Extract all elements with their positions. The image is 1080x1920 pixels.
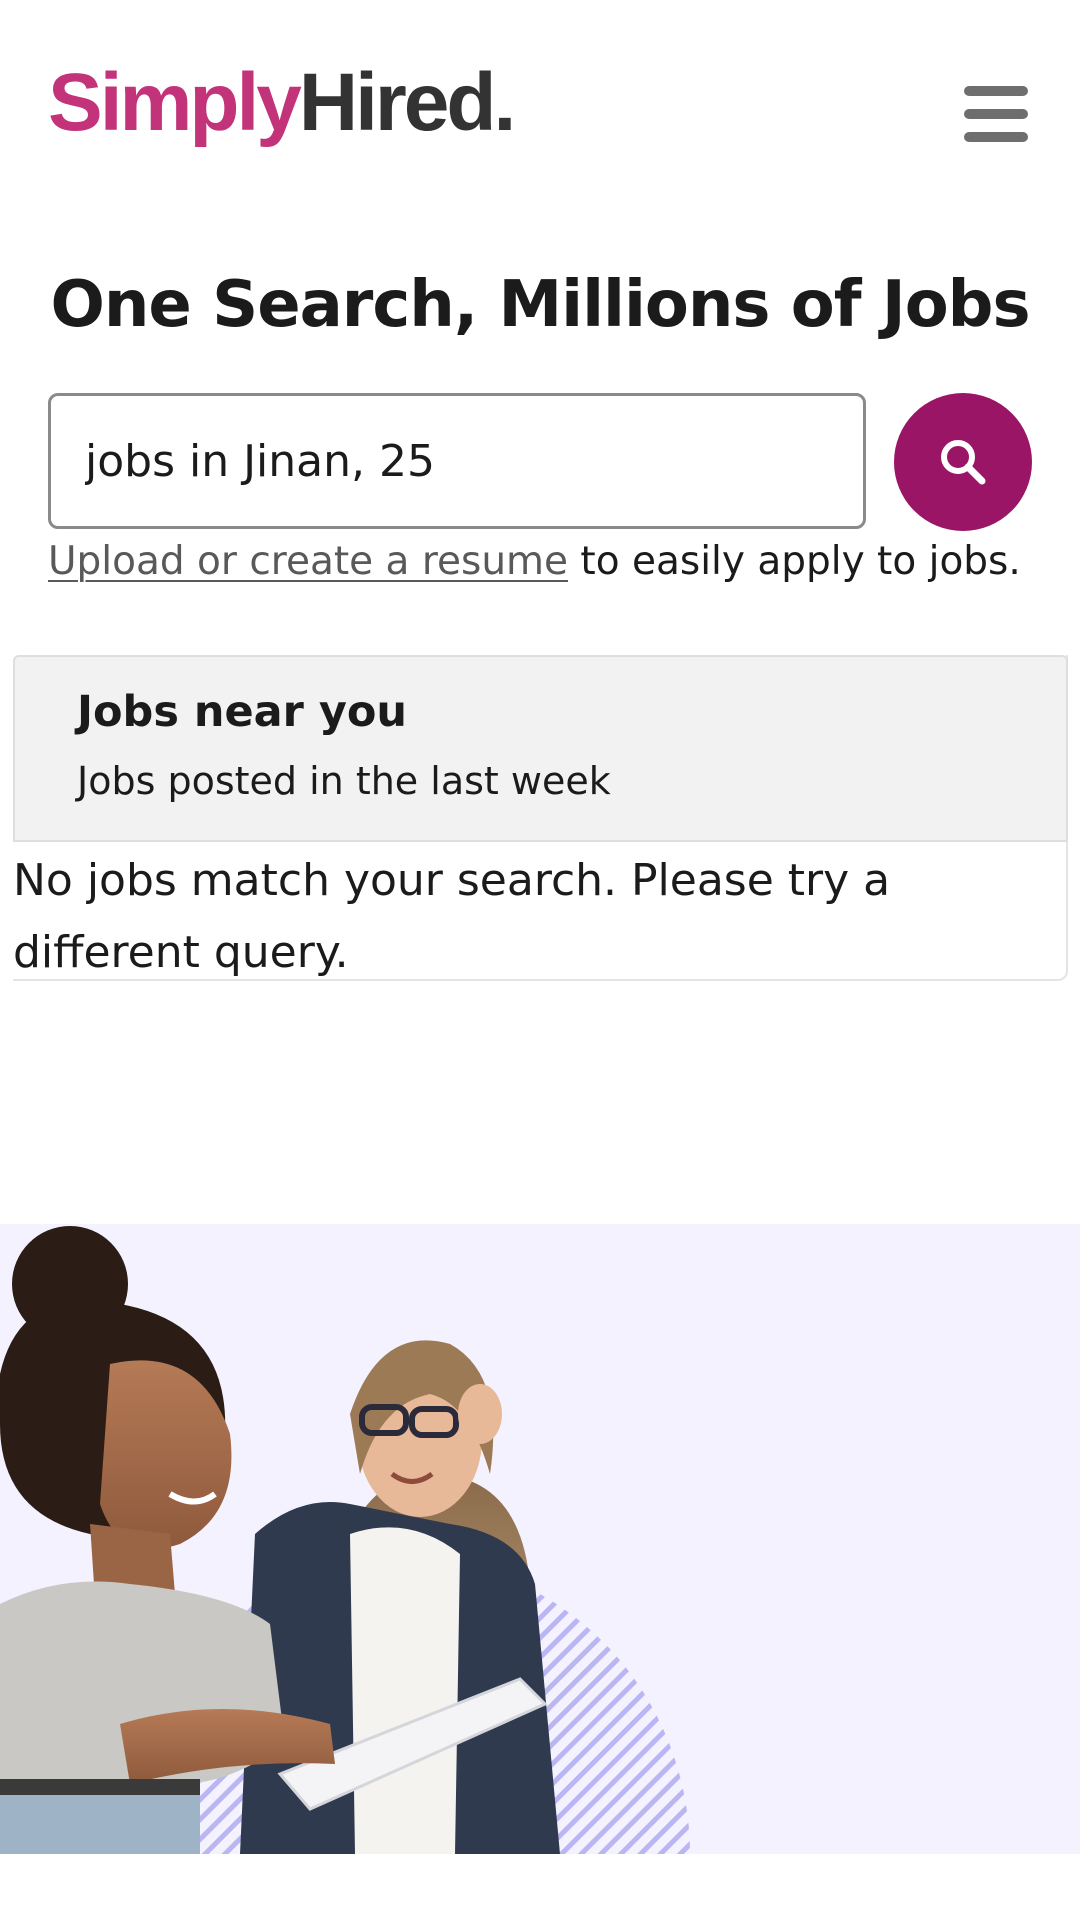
search-button[interactable] [894,393,1032,531]
search-field[interactable] [48,393,866,529]
promo-banner [0,1224,1080,1854]
jobs-near-you-card: Jobs near you Jobs posted in the last we… [13,655,1068,981]
logo-dot: . [493,57,516,148]
logo-part-simply: Simply [48,57,302,148]
search-icon [941,440,986,485]
site-header: SimplyHired. [0,0,1080,230]
upload-resume-link[interactable]: Upload or create a resume [48,539,568,584]
menu-bar [964,109,1028,119]
page-title: One Search, Millions of Jobs [50,268,1030,342]
jobs-near-you-header[interactable]: Jobs near you Jobs posted in the last we… [13,655,1068,842]
jobs-near-you-subtitle: Jobs posted in the last week [77,759,611,803]
no-jobs-message: No jobs match your search. Please try a … [13,855,891,978]
menu-bar [964,132,1028,142]
search-input[interactable] [85,396,845,526]
hamburger-menu-icon[interactable] [964,82,1032,146]
resume-prompt-suffix: to easily apply to jobs. [568,539,1021,584]
resume-prompt: Upload or create a resume to easily appl… [48,534,1058,590]
logo-part-hired: Hired [298,57,497,148]
simplyhired-logo[interactable]: SimplyHired. [48,62,516,144]
menu-bar [964,86,1028,96]
promo-illustration [0,1226,690,1854]
jobs-near-you-title: Jobs near you [77,687,408,737]
